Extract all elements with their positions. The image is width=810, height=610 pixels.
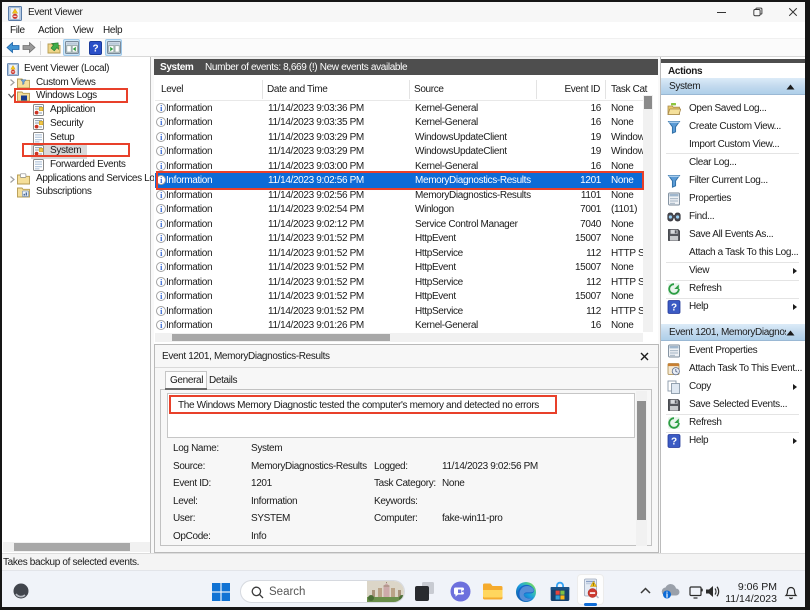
svg-text:?: ? [92,44,98,55]
svg-text:?: ? [671,437,677,448]
svg-text:?: ? [671,303,677,314]
